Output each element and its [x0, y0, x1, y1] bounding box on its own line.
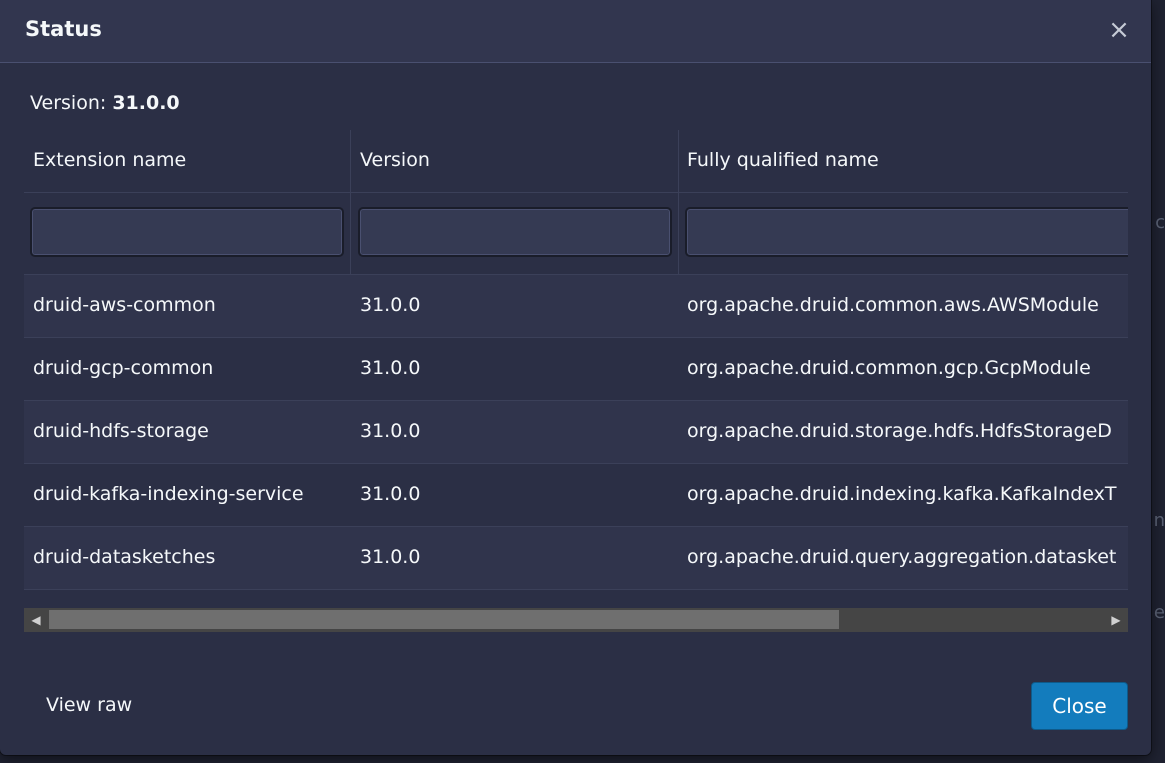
background-fragment: e — [1153, 602, 1165, 623]
cell-extension-name: druid-aws-common — [33, 294, 216, 316]
cell-extension-name: druid-kafka-indexing-service — [33, 483, 304, 505]
filter-input-extension-name[interactable] — [30, 207, 344, 257]
filter-input-version[interactable] — [358, 207, 672, 257]
close-button[interactable]: Close — [1031, 682, 1128, 730]
background-fragment: c — [1155, 212, 1165, 233]
cell-version: 31.0.0 — [360, 546, 421, 568]
horizontal-scrollbar[interactable]: ◀ ▶ — [24, 608, 1128, 632]
table-row[interactable]: druid-aws-common 31.0.0 org.apache.druid… — [24, 275, 1128, 338]
cell-version: 31.0.0 — [360, 420, 421, 442]
column-header-version[interactable]: Version — [360, 149, 430, 171]
table-row[interactable]: druid-hdfs-storage 31.0.0 org.apache.dru… — [24, 401, 1128, 464]
cell-fully-qualified-name: org.apache.druid.query.aggregation.datas… — [687, 546, 1117, 568]
column-header-extension-name[interactable]: Extension name — [33, 149, 186, 171]
scroll-right-icon[interactable]: ▶ — [1104, 608, 1128, 632]
cell-extension-name: druid-datasketches — [33, 546, 216, 568]
table-row[interactable]: druid-kafka-indexing-service 31.0.0 org.… — [24, 464, 1128, 527]
table-row[interactable] — [24, 590, 1128, 608]
cell-fully-qualified-name: org.apache.druid.common.gcp.GcpModule — [687, 357, 1091, 379]
cell-fully-qualified-name: org.apache.druid.indexing.kafka.KafkaInd… — [687, 483, 1117, 505]
cell-extension-name: druid-gcp-common — [33, 357, 214, 379]
table-row[interactable]: druid-gcp-common 31.0.0 org.apache.druid… — [24, 338, 1128, 401]
cell-version: 31.0.0 — [360, 483, 421, 505]
dialog-title: Status — [25, 17, 102, 41]
scroll-left-icon[interactable]: ◀ — [24, 608, 48, 632]
dialog-header: Status × — [0, 0, 1151, 63]
status-dialog: Status × Version: 31.0.0 Extension name … — [0, 0, 1151, 755]
view-raw-button[interactable]: View raw — [46, 694, 132, 716]
extensions-table: Extension name Version Fully qualified n… — [24, 130, 1128, 608]
table-row[interactable]: druid-datasketches 31.0.0 org.apache.dru… — [24, 527, 1128, 590]
background-fragment: n — [1153, 510, 1165, 531]
table-header-row: Extension name Version Fully qualified n… — [24, 130, 1128, 193]
cell-extension-name: druid-hdfs-storage — [33, 420, 209, 442]
close-icon[interactable]: × — [1107, 17, 1131, 43]
version-value: 31.0.0 — [112, 92, 180, 114]
version-line: Version: 31.0.0 — [30, 92, 180, 114]
filter-row — [24, 193, 1128, 275]
version-label: Version: — [30, 92, 107, 114]
cell-fully-qualified-name: org.apache.druid.storage.hdfs.HdfsStorag… — [687, 420, 1112, 442]
scrollbar-thumb[interactable] — [49, 610, 839, 629]
filter-input-fully-qualified-name[interactable] — [685, 207, 1128, 257]
cell-version: 31.0.0 — [360, 357, 421, 379]
column-header-fully-qualified-name[interactable]: Fully qualified name — [687, 149, 879, 171]
cell-version: 31.0.0 — [360, 294, 421, 316]
cell-fully-qualified-name: org.apache.druid.common.aws.AWSModule — [687, 294, 1099, 316]
